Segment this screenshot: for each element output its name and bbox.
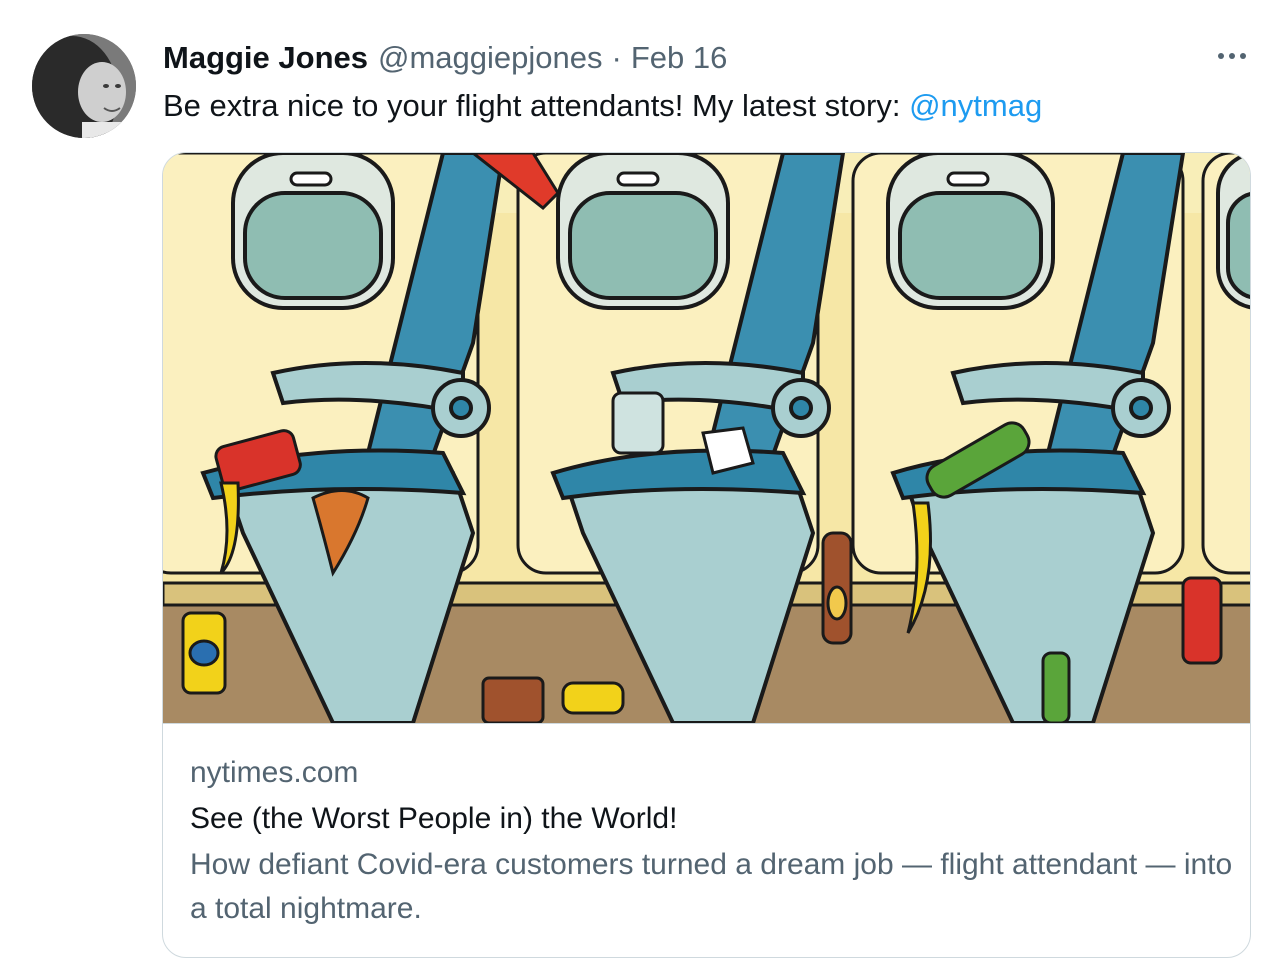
tweet-text: Be extra nice to your flight attendants!… xyxy=(163,86,1042,126)
author-avatar[interactable] xyxy=(32,34,136,138)
separator-dot: · xyxy=(611,40,622,75)
more-dot xyxy=(1229,53,1235,59)
mention-link[interactable]: @nytmag xyxy=(909,88,1042,123)
card-meta: nytimes.com See (the Worst People in) th… xyxy=(190,753,1235,931)
card-description: How defiant Covid-era customers turned a… xyxy=(190,848,1233,925)
tweet-date[interactable]: Feb 16 xyxy=(631,40,728,76)
more-options-icon[interactable] xyxy=(1212,46,1252,66)
more-dot xyxy=(1218,53,1224,59)
author-handle[interactable]: @maggiepjones xyxy=(378,40,603,76)
avatar-photo xyxy=(32,34,136,138)
more-dot xyxy=(1240,53,1246,59)
author-name[interactable]: Maggie Jones xyxy=(163,40,368,76)
card-illustration[interactable] xyxy=(163,153,1251,724)
link-card[interactable]: nytimes.com See (the Worst People in) th… xyxy=(162,152,1251,958)
card-domain: nytimes.com xyxy=(190,756,359,789)
tweet-body: Be extra nice to your flight attendants!… xyxy=(163,88,910,123)
tweet-header: Maggie Jones @maggiepjones · Feb 16 xyxy=(163,38,727,78)
card-title: See (the Worst People in) the World! xyxy=(190,802,678,835)
